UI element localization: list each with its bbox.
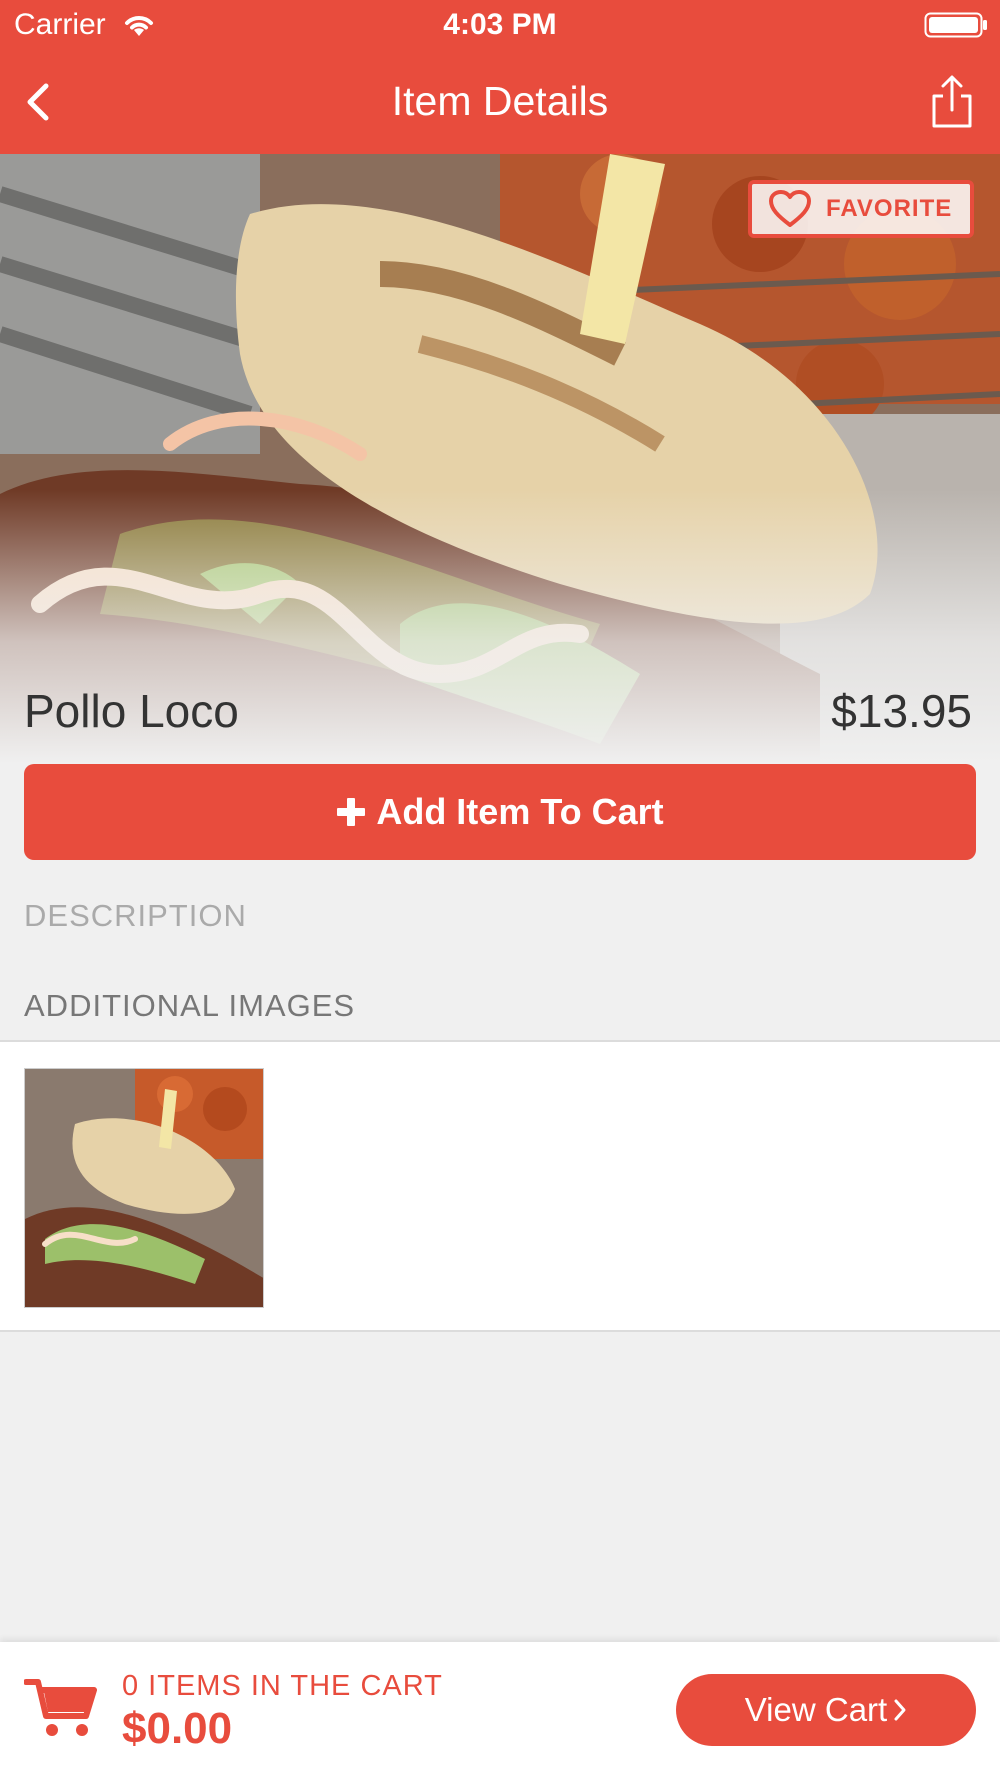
additional-images-panel xyxy=(0,1040,1000,1332)
item-price: $13.95 xyxy=(831,685,972,737)
favorite-button[interactable]: FAVORITE xyxy=(748,180,974,238)
cart-footer: 0 ITEMS IN THE CART $0.00 View Cart xyxy=(0,1642,1000,1778)
heart-icon xyxy=(769,190,811,227)
status-bar: Carrier 4:03 PM xyxy=(0,0,1000,50)
cart-item-count: 0 ITEMS IN THE CART xyxy=(122,1670,443,1702)
status-time: 4:03 PM xyxy=(443,8,557,41)
battery-icon xyxy=(924,12,987,38)
additional-image-thumbnail[interactable] xyxy=(24,1068,264,1308)
header: Carrier 4:03 PM Item Details xyxy=(0,0,1000,154)
description-header: DESCRIPTION xyxy=(24,898,247,933)
view-cart-button[interactable]: View Cart xyxy=(676,1674,976,1746)
view-cart-label: View Cart xyxy=(744,1691,888,1728)
add-to-cart-button[interactable]: Add Item To Cart xyxy=(24,764,976,860)
plus-icon xyxy=(337,798,366,826)
additional-images-header: ADDITIONAL IMAGES xyxy=(24,988,356,1023)
share-icon[interactable] xyxy=(926,74,978,130)
favorite-label: FAVORITE xyxy=(826,195,953,222)
cart-total: $0.00 xyxy=(122,1704,233,1753)
hero-image xyxy=(0,154,1000,764)
item-name: Pollo Loco xyxy=(24,685,239,737)
page-title: Item Details xyxy=(391,78,609,124)
chevron-right-icon xyxy=(894,1699,906,1721)
cart-icon[interactable] xyxy=(24,1676,100,1740)
add-to-cart-label: Add Item To Cart xyxy=(376,791,664,832)
nav-bar: Item Details xyxy=(0,50,1000,154)
